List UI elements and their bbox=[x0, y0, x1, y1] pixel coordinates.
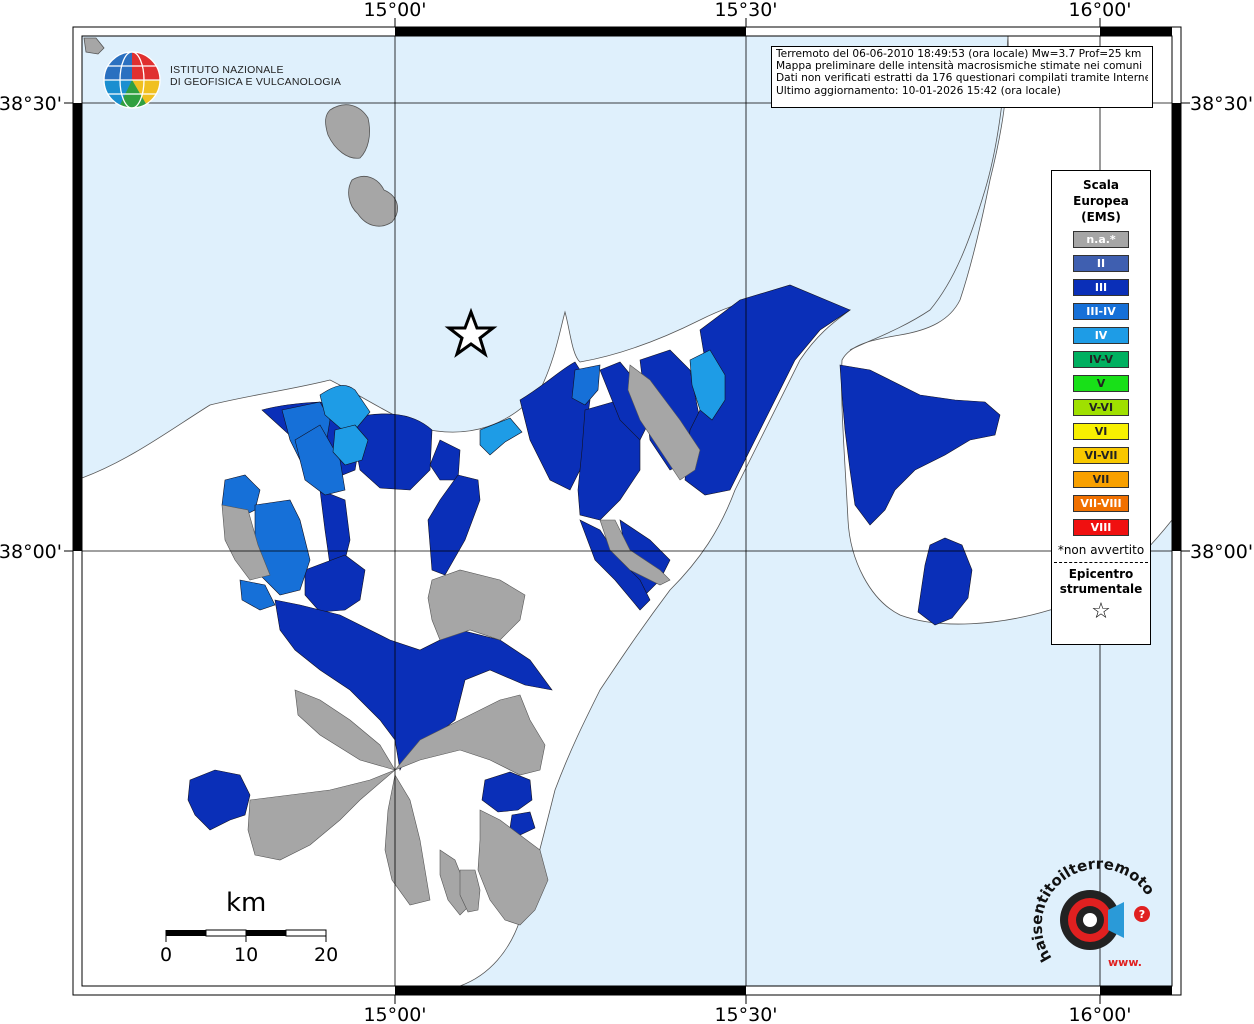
legend-title-line-2: Europea bbox=[1073, 194, 1129, 208]
top-lon-label-1: 15°00' bbox=[363, 0, 426, 21]
info-line-1: Terremoto del 06-06-2010 18:49:53 (ora l… bbox=[776, 48, 1142, 60]
legend-swatch: V bbox=[1073, 375, 1129, 392]
top-lon-label-3: 16°00' bbox=[1068, 0, 1131, 21]
legend-note: *non avvertito bbox=[1057, 543, 1145, 557]
legend-epicenter-line-1: Epicentro bbox=[1068, 567, 1134, 581]
legend-swatch: IV-V bbox=[1073, 351, 1129, 368]
legend-swatch: II bbox=[1073, 255, 1129, 272]
legend-swatch: IV bbox=[1073, 327, 1129, 344]
scale-label-10: 10 bbox=[234, 944, 259, 966]
legend-swatch: VII-VIII bbox=[1073, 495, 1129, 512]
haisentito-logo[interactable]: ? haisentitoilterremoto.it www. bbox=[1030, 858, 1160, 978]
right-lat-label-2: 38°00' bbox=[1190, 541, 1253, 563]
legend-epicenter-line-2: strumentale bbox=[1059, 582, 1143, 596]
scale-label-0: 0 bbox=[160, 944, 173, 966]
legend-title-line-3: (EMS) bbox=[1081, 210, 1121, 224]
legend-swatch: VIII bbox=[1073, 519, 1129, 536]
ingv-globe-icon bbox=[103, 51, 161, 109]
ems-legend: Scala Europea (EMS) n.a.* II III III-IV IV IV… bbox=[1051, 170, 1151, 645]
legend-star-icon: ☆ bbox=[1091, 599, 1111, 624]
legend-swatch: VI-VII bbox=[1073, 447, 1129, 464]
legend-swatch: III bbox=[1073, 279, 1129, 296]
ingv-line-1: ISTITUTO NAZIONALE bbox=[170, 64, 284, 76]
legend-swatch: V-VI bbox=[1073, 399, 1129, 416]
bottom-lon-label-1: 15°00' bbox=[363, 1004, 426, 1024]
left-lat-label-1: 38°30' bbox=[0, 93, 62, 115]
info-line-2: Mappa preliminare delle intensità macros… bbox=[776, 60, 1143, 73]
bottom-lon-label-2: 15°30' bbox=[714, 1004, 777, 1024]
left-lat-label-2: 38°00' bbox=[0, 541, 62, 563]
logo-www: www. bbox=[1108, 956, 1142, 969]
top-lon-label-2: 15°30' bbox=[714, 0, 777, 21]
legend-title: Scala Europea (EMS) bbox=[1052, 177, 1150, 225]
scale-label-20: 20 bbox=[314, 944, 339, 966]
info-line-4: Ultimo aggiornamento: 10-01-2026 15:42 (… bbox=[776, 84, 1061, 97]
info-line-3: Dati non verificati estratti da 176 ques… bbox=[776, 72, 1148, 85]
event-info-box: Terremoto del 06-06-2010 18:49:53 (ora l… bbox=[771, 46, 1153, 108]
legend-items: n.a.* II III III-IV IV IV-V V V-VI VI VI-VII VII VI… bbox=[1052, 231, 1150, 536]
right-lat-label-1: 38°30' bbox=[1190, 93, 1253, 115]
bottom-lon-label-3: 16°00' bbox=[1068, 1004, 1131, 1024]
legend-swatch: VII bbox=[1073, 471, 1129, 488]
legend-separator bbox=[1054, 562, 1148, 563]
legend-swatch: VI bbox=[1073, 423, 1129, 440]
scale-bar-title: km bbox=[226, 888, 267, 918]
legend-epicenter-label: Epicentro strumentale bbox=[1052, 567, 1150, 597]
ingv-logo-text: ISTITUTO NAZIONALE DI GEOFISICA E VULCAN… bbox=[170, 64, 341, 88]
svg-text:?: ? bbox=[1139, 908, 1145, 921]
legend-title-line-1: Scala bbox=[1082, 178, 1120, 192]
legend-swatch: n.a.* bbox=[1073, 231, 1129, 248]
legend-swatch: III-IV bbox=[1073, 303, 1129, 320]
ingv-line-2: DI GEOFISICA E VULCANOLOGIA bbox=[170, 76, 342, 88]
